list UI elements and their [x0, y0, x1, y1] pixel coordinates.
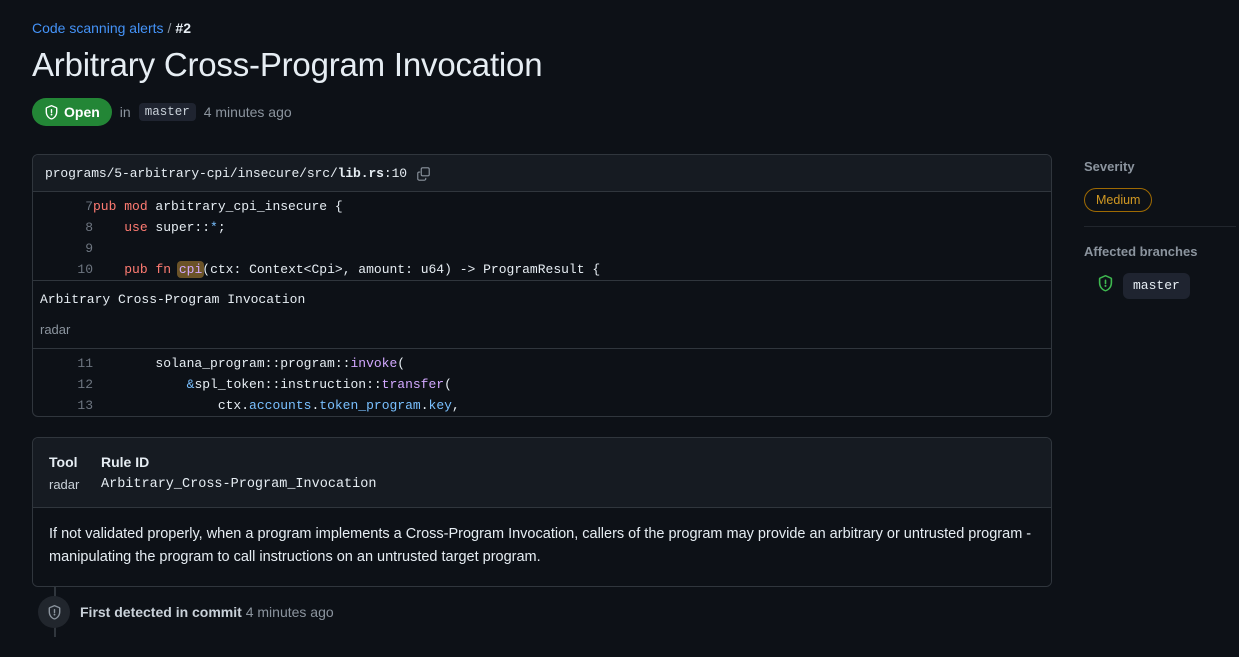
rule-id-value: Arbitrary_Cross-Program_Invocation — [101, 477, 377, 492]
code-line-number[interactable]: 7 — [33, 192, 93, 217]
table-row: 7 pub mod arbitrary_cpi_insecure { — [33, 192, 1051, 217]
rule-details-card: Tool radar Rule ID Arbitrary_Cross-Progr… — [32, 437, 1052, 587]
status-badge: Open — [32, 98, 112, 126]
alert-subtitle-row: Open in master 4 minutes ago — [0, 98, 1239, 126]
code-snippet-card: programs/5-arbitrary-cpi/insecure/src/li… — [32, 154, 1052, 417]
code-token: fn — [155, 262, 172, 277]
tool-meta: Tool radar — [49, 452, 101, 495]
code-token: , — [451, 398, 460, 413]
branch-preposition: in — [119, 104, 131, 120]
breadcrumb-alert-number: #2 — [175, 20, 191, 36]
timeline-event-label: First detected in commit — [80, 604, 242, 620]
severity-badge: Medium — [1084, 188, 1153, 212]
annotation-title: Arbitrary Cross-Program Invocation — [40, 292, 306, 307]
table-row: 9 — [33, 238, 1051, 259]
table-row: 8 use super::*; — [33, 217, 1051, 238]
affected-branches-section: Affected branches master — [1084, 226, 1236, 313]
table-row: 11 solana_program::program::invoke( — [33, 349, 1051, 375]
code-token: key — [428, 398, 452, 413]
code-token: token_program — [319, 398, 421, 413]
code-token: spl_token::instruction:: — [194, 377, 382, 392]
code-token: solana_program::program:: — [155, 356, 351, 371]
code-path-prefix: programs/5-arbitrary-cpi/insecure/src/ — [45, 165, 338, 181]
code-lines-after: 11 solana_program::program::invoke(12 &s… — [33, 349, 1051, 417]
code-line-content: pub mod arbitrary_cpi_insecure { — [93, 192, 1051, 217]
shield-alert-icon — [38, 596, 70, 628]
code-line-number[interactable]: 10 — [33, 259, 93, 281]
code-line-number[interactable]: 9 — [33, 238, 93, 259]
content-columns: programs/5-arbitrary-cpi/insecure/src/li… — [0, 154, 1239, 587]
code-file-header: programs/5-arbitrary-cpi/insecure/src/li… — [33, 155, 1051, 192]
code-token: use — [124, 220, 148, 235]
list-item: master — [1084, 273, 1236, 299]
shield-alert-icon — [44, 104, 59, 120]
breadcrumb-parent-link[interactable]: Code scanning alerts — [32, 20, 164, 36]
code-token: arbitrary_cpi_insecure { — [147, 199, 343, 214]
copy-icon[interactable] — [415, 164, 433, 182]
affected-branch-name[interactable]: master — [1123, 273, 1190, 299]
annotation-cell: Arbitrary Cross-Program Invocation radar — [33, 280, 1051, 349]
code-line-number[interactable]: 8 — [33, 217, 93, 238]
code-token: cpi — [176, 261, 205, 278]
code-token: super:: — [147, 220, 211, 235]
timeline: First detected in commit 4 minutes ago — [0, 587, 1239, 637]
code-token: transfer — [381, 377, 445, 392]
code-path-file: lib.rs — [337, 165, 384, 181]
code-token: mod — [124, 199, 148, 214]
code-line-content: &spl_token::instruction::transfer( — [93, 374, 1051, 395]
annotation-tool: radar — [40, 322, 71, 337]
alert-page: Code scanning alerts / #2 Arbitrary Cross-… — [0, 0, 1239, 657]
timeline-item: First detected in commit 4 minutes ago — [32, 587, 1239, 637]
rule-meta-header: Tool radar Rule ID Arbitrary_Cross-Progr… — [33, 438, 1051, 508]
code-line-content: pub fn cpi(ctx: Context<Cpi>, amount: u6… — [93, 259, 1051, 281]
code-lines-table: 7 pub mod arbitrary_cpi_insecure {8 use s… — [33, 192, 1051, 416]
code-token: ( — [397, 356, 406, 371]
status-badge-label: Open — [64, 104, 100, 120]
breadcrumb: Code scanning alerts / #2 — [0, 18, 1239, 38]
code-line-content: use super::*; — [93, 217, 1051, 238]
table-row: 13 ctx.accounts.token_program.key, — [33, 395, 1051, 416]
alert-timestamp: 4 minutes ago — [203, 104, 292, 120]
table-row: Arbitrary Cross-Program Invocation radar — [33, 280, 1051, 349]
shield-alert-icon — [1097, 275, 1114, 297]
code-annotation-block: Arbitrary Cross-Program Invocation radar — [33, 280, 1051, 349]
code-token: * — [210, 220, 218, 235]
code-token: invoke — [350, 356, 398, 371]
rule-description: If not validated properly, when a progra… — [33, 508, 1051, 586]
code-line-number[interactable]: 13 — [33, 395, 93, 416]
rule-id-label: Rule ID — [101, 454, 150, 470]
code-line-content: ctx.accounts.token_program.key, — [93, 395, 1051, 416]
code-line-content — [93, 238, 1051, 259]
code-path-line: :10 — [383, 165, 407, 181]
tool-value: radar — [49, 477, 80, 492]
tool-label: Tool — [49, 454, 78, 470]
timeline-event-text: First detected in commit 4 minutes ago — [80, 604, 334, 620]
breadcrumb-separator: / — [167, 20, 172, 36]
severity-title: Severity — [1084, 159, 1135, 174]
code-line-content: solana_program::program::invoke( — [93, 349, 1051, 375]
code-token: accounts — [249, 398, 312, 413]
affected-branches-title: Affected branches — [1084, 244, 1198, 259]
annotation-inner: Arbitrary Cross-Program Invocation radar — [33, 281, 1051, 348]
code-line-number[interactable]: 12 — [33, 374, 93, 395]
code-lines-before: 7 pub mod arbitrary_cpi_insecure {8 use s… — [33, 192, 1051, 281]
page-title: Arbitrary Cross-Program Invocation — [32, 46, 543, 83]
code-token: (ctx: Context<Cpi>, amount: u64) -> Prog… — [202, 262, 601, 277]
code-token: ctx. — [217, 398, 250, 413]
timeline-event-time: 4 minutes ago — [245, 604, 334, 620]
branch-name: master — [138, 103, 196, 121]
code-line-number[interactable]: 11 — [33, 349, 93, 375]
code-token: pub — [124, 262, 148, 277]
severity-section: Severity Medium — [1084, 158, 1236, 226]
code-token: ; — [217, 220, 226, 235]
code-token: . — [420, 398, 429, 413]
table-row: 12 &spl_token::instruction::transfer( — [33, 374, 1051, 395]
table-row: 10 pub fn cpi(ctx: Context<Cpi>, amount:… — [33, 259, 1051, 281]
main-column: programs/5-arbitrary-cpi/insecure/src/li… — [32, 154, 1052, 587]
code-file-path: programs/5-arbitrary-cpi/insecure/src/li… — [45, 166, 407, 181]
code-token: pub — [93, 199, 117, 214]
code-token: ( — [444, 377, 452, 392]
sidebar: Severity Medium Affected branches master — [1084, 154, 1236, 313]
rule-id-meta: Rule ID Arbitrary_Cross-Program_Invocati… — [101, 452, 376, 495]
